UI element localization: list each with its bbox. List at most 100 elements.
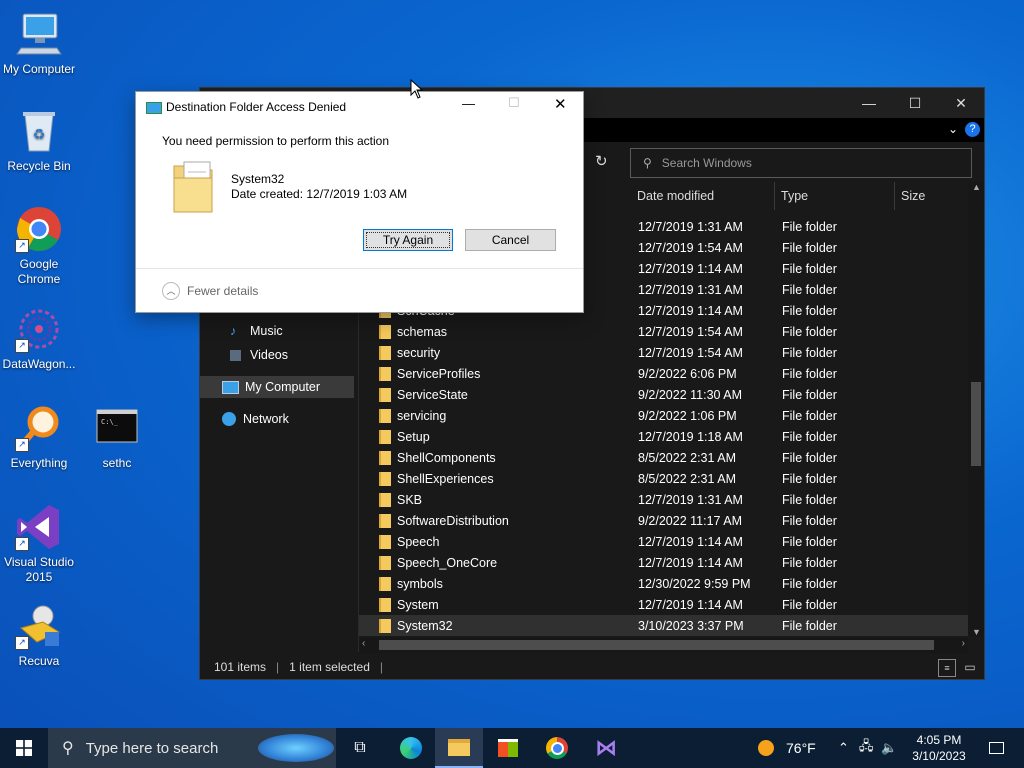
table-row[interactable]: ServiceProfiles 9/2/2022 6:06 PM File fold…: [359, 363, 968, 384]
desktop-icon-recuva[interactable]: ↗ Recuva: [0, 602, 78, 669]
search-icon: ⚲: [643, 156, 652, 170]
dialog-minimize-button[interactable]: —: [462, 96, 475, 111]
details-view-icon[interactable]: ≡: [938, 659, 956, 677]
column-header-type[interactable]: Type: [775, 182, 895, 210]
fewer-details-toggle[interactable]: ︿ Fewer details: [162, 282, 258, 300]
table-row[interactable]: ServiceState 9/2/2022 11:30 AM File folder: [359, 384, 968, 405]
taskbar-chrome-button[interactable]: [533, 728, 581, 768]
row-date: 12/7/2019 1:31 AM: [638, 282, 743, 297]
table-row[interactable]: Speech 12/7/2019 1:14 AM File folder: [359, 531, 968, 552]
row-date: 12/7/2019 1:54 AM: [638, 324, 743, 339]
nav-item-network[interactable]: Network: [200, 408, 354, 430]
column-label: Type: [781, 189, 809, 203]
clock[interactable]: 4:05 PM 3/10/2023: [908, 732, 970, 764]
large-icons-view-icon[interactable]: ▭: [962, 659, 978, 675]
shortcut-arrow-icon: ↗: [15, 239, 29, 253]
column-header-date-modified[interactable]: Date modified: [631, 182, 775, 210]
maximize-button[interactable]: ☐: [892, 88, 938, 118]
cancel-button[interactable]: Cancel: [465, 229, 556, 251]
dialog-maximize-button[interactable]: ☐: [508, 95, 520, 111]
dialog-date-created: Date created: 12/7/2019 1:03 AM: [231, 187, 408, 201]
row-date: 12/7/2019 1:54 AM: [638, 240, 743, 255]
table-row[interactable]: schemas 12/7/2019 1:54 AM File folder: [359, 321, 968, 342]
task-view-button[interactable]: ⧉: [336, 728, 384, 768]
help-icon[interactable]: ?: [965, 122, 980, 137]
folder-icon: [379, 451, 391, 465]
desktop-icon-everything[interactable]: ↗ Everything: [0, 404, 78, 471]
desktop-icon-google-chrome[interactable]: ↗ Google Chrome: [0, 205, 78, 287]
taskbar-search-input[interactable]: ⚲ Type here to search: [48, 728, 336, 768]
row-type: File folder: [782, 597, 837, 612]
row-date: 9/2/2022 1:06 PM: [638, 408, 737, 423]
try-again-button[interactable]: Try Again: [363, 229, 453, 251]
vertical-scroll-thumb[interactable]: [971, 382, 981, 466]
row-type: File folder: [782, 618, 837, 633]
access-denied-dialog[interactable]: Destination Folder Access Denied — ☐ ✕ Y…: [135, 91, 584, 313]
table-row[interactable]: ShellComponents 8/5/2022 2:31 AM File fold…: [359, 447, 968, 468]
desktop-icon-visual-studio[interactable]: ↗ Visual Studio 2015: [0, 503, 78, 585]
computer-icon: [15, 10, 63, 58]
desktop-icon-sethc[interactable]: C:\_ sethc: [78, 404, 156, 471]
table-row[interactable]: security 12/7/2019 1:54 AM File folder: [359, 342, 968, 363]
row-type: File folder: [782, 429, 837, 444]
minimize-button[interactable]: —: [846, 88, 892, 118]
table-row[interactable]: System 12/7/2019 1:14 AM File folder: [359, 594, 968, 615]
nav-label: Music: [250, 324, 283, 338]
scroll-down-icon[interactable]: ▼: [972, 627, 981, 637]
table-row[interactable]: symbols 12/30/2022 9:59 PM File folder: [359, 573, 968, 594]
clock-time: 4:05 PM: [916, 733, 962, 747]
table-row[interactable]: Setup 12/7/2019 1:18 AM File folder: [359, 426, 968, 447]
table-row[interactable]: servicing 9/2/2022 1:06 PM File folder: [359, 405, 968, 426]
store-icon: [498, 739, 518, 757]
dialog-close-button[interactable]: ✕: [554, 95, 567, 113]
clock-date: 3/10/2023: [912, 749, 966, 763]
table-row-selected[interactable]: System32 3/10/2023 3:37 PM File folder: [359, 615, 968, 636]
vertical-scrollbar[interactable]: ▲ ▼: [968, 182, 984, 637]
table-row[interactable]: SoftwareDistribution 9/2/2022 11:17 AM Fil…: [359, 510, 968, 531]
search-input[interactable]: ⚲ Search Windows: [630, 148, 972, 178]
close-button[interactable]: ✕: [938, 88, 984, 118]
desktop-icon-label: DataWagon...: [2, 357, 76, 371]
desktop-icon-datawagon[interactable]: ↗ DataWagon...: [0, 305, 78, 372]
horizontal-scrollbar[interactable]: ‹ ›: [359, 637, 968, 653]
column-header-size[interactable]: Size: [895, 182, 967, 210]
scroll-left-icon[interactable]: ‹: [362, 638, 365, 649]
column-label: Date modified: [637, 189, 715, 203]
row-date: 12/7/2019 1:54 AM: [638, 345, 743, 360]
desktop-icon-recycle-bin[interactable]: ♻ Recycle Bin: [0, 107, 78, 174]
network-icon[interactable]: 🖧: [859, 737, 874, 759]
table-row[interactable]: Speech_OneCore 12/7/2019 1:14 AM File fold…: [359, 552, 968, 573]
table-row[interactable]: ShellExperiences 8/5/2022 2:31 AM File fol…: [359, 468, 968, 489]
scroll-right-icon[interactable]: ›: [962, 638, 965, 649]
horizontal-scroll-thumb[interactable]: [379, 640, 934, 650]
row-date: 9/2/2022 6:06 PM: [638, 366, 737, 381]
scroll-up-icon[interactable]: ▲: [972, 182, 981, 192]
taskbar-store-button[interactable]: [484, 728, 532, 768]
taskbar-visual-studio-button[interactable]: ⋈: [582, 728, 630, 768]
row-date: 9/2/2022 11:17 AM: [638, 513, 743, 528]
ribbon-expand-icon[interactable]: ⌄: [948, 122, 958, 136]
weather-widget[interactable]: 76°F: [758, 728, 816, 768]
search-icon: ⚲: [62, 740, 74, 757]
desktop-icon-label: Recycle Bin: [7, 159, 71, 173]
volume-icon[interactable]: 🔈: [881, 740, 897, 756]
start-button[interactable]: [0, 728, 48, 768]
visual-studio-icon: ⋈: [595, 735, 617, 760]
notifications-button[interactable]: [976, 728, 1016, 768]
row-date: 8/5/2022 2:31 AM: [638, 471, 736, 486]
taskbar-edge-button[interactable]: [387, 728, 435, 768]
task-view-icon: ⧉: [354, 739, 366, 756]
table-row[interactable]: SKB 12/7/2019 1:31 AM File folder: [359, 489, 968, 510]
computer-icon: [222, 380, 239, 394]
desktop-icon-my-computer[interactable]: My Computer: [0, 10, 78, 77]
dialog-title: Destination Folder Access Denied: [166, 100, 347, 114]
folder-icon: [379, 388, 391, 402]
chevron-up-icon[interactable]: ⌃: [838, 740, 849, 756]
taskbar-file-explorer-button[interactable]: [435, 728, 483, 768]
refresh-icon[interactable]: ↻: [595, 152, 608, 170]
nav-item-my-computer[interactable]: My Computer: [200, 376, 354, 398]
shortcut-arrow-icon: ↗: [15, 537, 29, 551]
row-name: ShellExperiences: [397, 471, 494, 486]
folder-icon: [379, 535, 391, 549]
desktop-icon-label: sethc: [102, 456, 132, 470]
